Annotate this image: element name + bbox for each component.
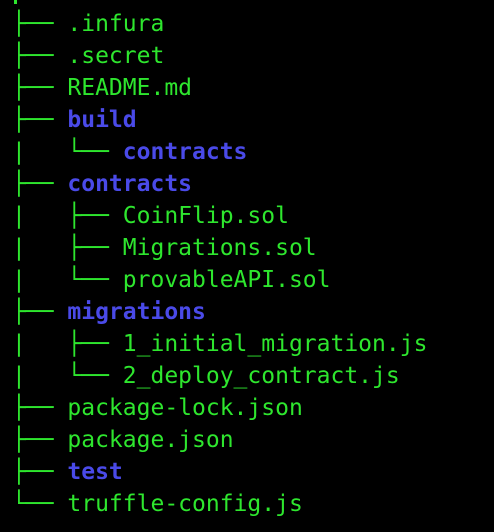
file-name: .secret	[67, 43, 165, 69]
tree-row: ├── README.md	[12, 72, 427, 104]
tree-row: ├── build	[12, 104, 427, 136]
tree-branch: └──	[12, 491, 68, 517]
file-name: package.json	[67, 427, 234, 453]
directory-tree: ├── .infura ├── .secret ├── README.md ├─…	[12, 8, 427, 520]
tree-branch: ├──	[12, 107, 68, 133]
tree-branch: | ├──	[12, 331, 123, 357]
tree-row: ├── .infura	[12, 8, 427, 40]
file-name: provableAPI.sol	[122, 267, 331, 293]
tree-row: | └── 2_deploy_contract.js	[12, 360, 427, 392]
tree-branch: ├──	[12, 299, 68, 325]
tree-branch: | └──	[12, 363, 123, 389]
tree-row: ├── package.json	[12, 424, 427, 456]
file-name: 2_deploy_contract.js	[122, 363, 400, 389]
tree-row: ├── migrations	[12, 296, 427, 328]
file-name: 1_initial_migration.js	[122, 331, 428, 357]
tree-branch: | └──	[12, 267, 123, 293]
tree-row: | └── provableAPI.sol	[12, 264, 427, 296]
file-name: truffle-config.js	[67, 491, 303, 517]
tree-branch: ├──	[12, 75, 68, 101]
tree-branch: ├──	[12, 171, 68, 197]
tree-row: ├── contracts	[12, 168, 427, 200]
tree-branch: | ├──	[12, 203, 123, 229]
tree-branch: | └──	[12, 139, 123, 165]
file-name: CoinFlip.sol	[122, 203, 289, 229]
file-name: .infura	[67, 11, 165, 37]
tree-branch: ├──	[12, 427, 68, 453]
directory-name: contracts	[67, 171, 193, 197]
tree-branch: ├──	[12, 459, 68, 485]
tree-row: └── truffle-config.js	[12, 488, 427, 520]
tree-row: ├── test	[12, 456, 427, 488]
tree-branch: ├──	[12, 395, 68, 421]
tree-branch: | ├──	[12, 235, 123, 261]
directory-name: migrations	[67, 299, 206, 325]
tree-branch: ├──	[12, 11, 68, 37]
tree-row: | ├── 1_initial_migration.js	[12, 328, 427, 360]
directory-name: build	[67, 107, 137, 133]
file-name: Migrations.sol	[122, 235, 317, 261]
tree-row: ├── .secret	[12, 40, 427, 72]
tree-top-connector	[14, 0, 17, 4]
tree-row: | ├── Migrations.sol	[12, 232, 427, 264]
file-name: package-lock.json	[67, 395, 303, 421]
tree-row: ├── package-lock.json	[12, 392, 427, 424]
file-name: README.md	[67, 75, 193, 101]
tree-branch: ├──	[12, 43, 68, 69]
tree-row: | └── contracts	[12, 136, 427, 168]
directory-name: test	[67, 459, 123, 485]
tree-row: | ├── CoinFlip.sol	[12, 200, 427, 232]
directory-name: contracts	[122, 139, 248, 165]
